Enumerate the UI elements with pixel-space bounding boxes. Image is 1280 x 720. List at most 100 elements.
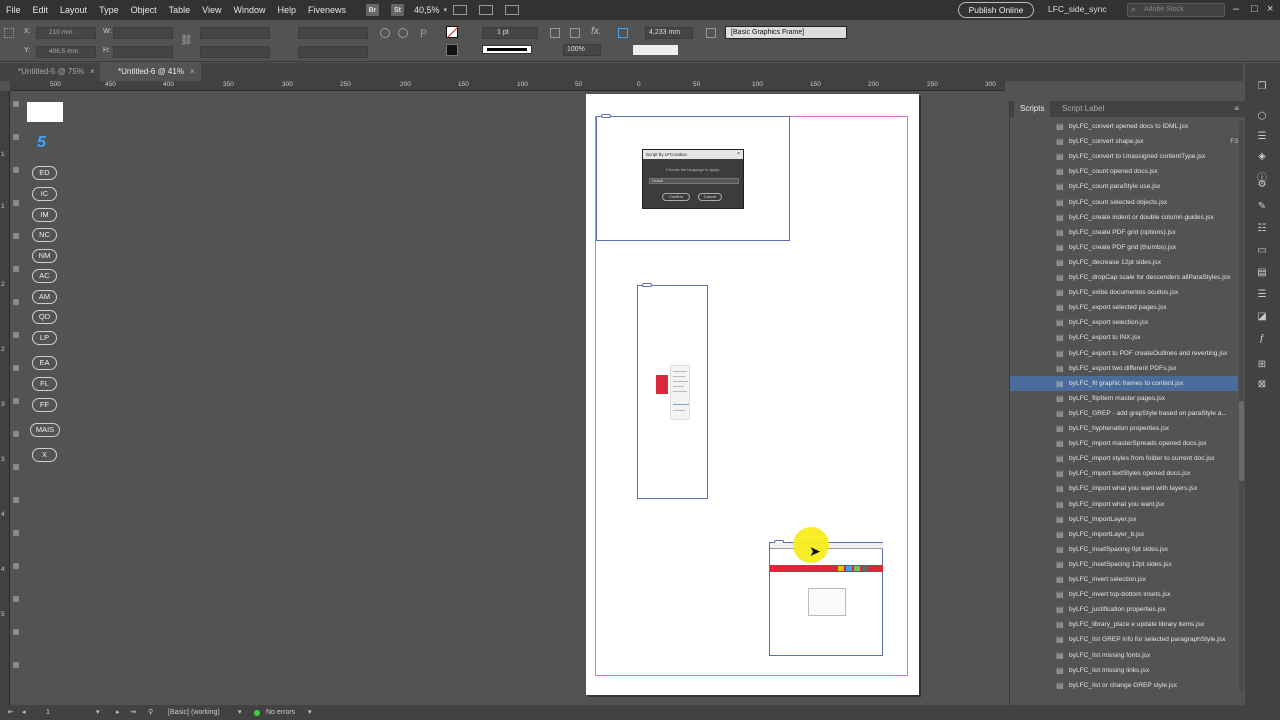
effects-icon[interactable]: ƒ (1255, 333, 1269, 345)
shear-angle-field[interactable] (298, 46, 368, 58)
swatches-icon[interactable]: ▭ (1255, 245, 1269, 257)
preflight-profile[interactable]: [Basic] (working) (168, 705, 220, 720)
script-item[interactable]: ▤ byLFC_exibe documentos ocultos.jsx (1010, 285, 1238, 300)
chevron-down-icon[interactable]: ▾ (96, 705, 100, 720)
vertical-ruler[interactable]: 1 1 2 2 3 3 4 4 5 (0, 91, 10, 705)
pill-button-x[interactable]: X (32, 448, 57, 462)
tab-scripts[interactable]: Scripts (1014, 101, 1051, 117)
pill-button-qd[interactable]: QD (32, 310, 57, 324)
graphic-frame[interactable]: Script by LFCoration × Choose the langua… (596, 114, 790, 241)
constrain-proportions-icon[interactable]: ⛓ (180, 35, 193, 46)
tool-icon[interactable] (13, 365, 19, 371)
pill-button-ed[interactable]: ED (32, 166, 57, 180)
effects-icon[interactable]: fx. (591, 26, 602, 37)
layers-icon[interactable]: ☰ (1255, 131, 1269, 143)
zoom-level[interactable]: 40,5% (410, 5, 444, 15)
close-icon[interactable]: × (90, 67, 95, 76)
chevron-down-icon[interactable]: ▾ (308, 705, 312, 720)
rotate-ccw-icon[interactable] (398, 28, 408, 38)
stroke-type-selector[interactable] (482, 45, 532, 54)
object-style-icon[interactable] (706, 28, 716, 38)
tool-icon[interactable] (13, 101, 19, 107)
corner-size-field[interactable]: 4,233 mm (645, 27, 693, 39)
pill-button-lp[interactable]: LP (32, 331, 57, 345)
scale-y-field[interactable] (200, 46, 270, 58)
script-item[interactable]: ▤ byLFC_invert top-bottom insets.jsx (1010, 587, 1238, 602)
script-item[interactable]: ▤ byLFC_import what you want.jsx (1010, 497, 1238, 512)
close-icon[interactable]: × (190, 67, 195, 76)
preflight-errors[interactable]: No errors (266, 705, 295, 720)
color-icon[interactable]: ◪ (1255, 311, 1269, 323)
prev-page-icon[interactable]: ◂ (22, 705, 26, 720)
tool-icon[interactable] (13, 233, 19, 239)
tool-icon[interactable] (13, 629, 19, 635)
blank-button[interactable] (27, 102, 63, 122)
stroke-weight-field[interactable]: 1 pt (482, 27, 538, 39)
script-item[interactable]: ▤ byLFC_import what you want with layers.… (1010, 481, 1238, 496)
script-item[interactable]: ▤ byLFC_convert to Unassigned contentType… (1010, 149, 1238, 164)
y-position-field[interactable]: 406,5 mm (36, 46, 96, 58)
script-item[interactable]: ▤ byLFC_hyphenation properties.jsx (1010, 421, 1238, 436)
scrollbar[interactable] (1239, 121, 1244, 691)
maximize-icon[interactable]: □ (1251, 3, 1258, 15)
tool-icon[interactable] (13, 398, 19, 404)
bridge-icon[interactable]: Br (366, 4, 380, 16)
auto-fit-icon[interactable] (618, 28, 628, 38)
view-options-icon[interactable] (453, 5, 468, 15)
script-item[interactable]: ▤ byLFC_list GREP info for selected parag… (1010, 632, 1238, 647)
tool-icon[interactable] (13, 299, 19, 305)
tab-script-label[interactable]: Script Label (1062, 101, 1104, 117)
tool-icon[interactable] (13, 431, 19, 437)
script-item[interactable]: ▤ byLFC_count opened docs.jsx (1010, 164, 1238, 179)
script-item[interactable]: ▤ byLFC_import styles from folder to curr… (1010, 451, 1238, 466)
script-item[interactable]: ▤ byLFC_count paraStyle use.jsx (1010, 179, 1238, 194)
script-item[interactable]: ▤ byLFC_list missing links.jsx (1010, 663, 1238, 678)
pill-button-ea[interactable]: EA (32, 356, 57, 370)
script-item[interactable]: ▤ byLFC_dropCap scale for descenders allP… (1010, 270, 1238, 285)
width-field[interactable] (113, 27, 173, 39)
tool-icon[interactable] (13, 200, 19, 206)
pages-icon[interactable]: ❐ (1255, 81, 1269, 93)
tool-icon[interactable] (13, 266, 19, 272)
script-item[interactable]: ▤ byLFC_export selection.jsx (1010, 315, 1238, 330)
menu-table[interactable]: Table (163, 0, 197, 20)
frame-handle[interactable] (601, 114, 611, 118)
chevron-down-icon[interactable]: ▾ (238, 705, 242, 720)
tool-icon[interactable] (13, 596, 19, 602)
script-item[interactable]: ▤ byLFC_insetSpacing 12pt sides.jsx (1010, 557, 1238, 572)
rotation-angle-field[interactable] (298, 27, 368, 39)
horizontal-ruler[interactable]: 500 450 400 350 300 250 200 150 100 50 0 50 100 150 20… (10, 81, 1005, 91)
arrange-documents-icon[interactable] (505, 5, 520, 15)
pill-button-nc[interactable]: NC (32, 228, 57, 242)
script-item[interactable]: ▤ byLFC_insetSpacing 0pt sides.jsx (1010, 542, 1238, 557)
pill-button-ac[interactable]: AC (32, 269, 57, 283)
publish-online-button[interactable]: Publish Online (958, 2, 1034, 18)
tab-untitled-5[interactable]: *Untitled-5 @ 75% × (0, 63, 101, 81)
table-icon[interactable]: ⊞ (1255, 359, 1269, 371)
script-item[interactable]: ▤ byLFC_GREP - add grepStyle based on par… (1010, 406, 1238, 421)
menu-fivenews[interactable]: Fivenews (302, 0, 352, 20)
tool-icon[interactable] (13, 662, 19, 668)
script-item[interactable]: ▤ byLFC_export to PDF createOutlines and … (1010, 346, 1238, 361)
script-item[interactable]: ▤ byLFC_list missing fonts.jsx (1010, 648, 1238, 663)
x-position-field[interactable]: 210 mm (36, 27, 96, 39)
pill-button-am[interactable]: AM (32, 290, 57, 304)
object-style-select[interactable]: [Basic Graphics Frame] (725, 26, 847, 39)
xml-icon[interactable]: ⊠ (1255, 379, 1269, 391)
screen-mode-icon[interactable] (479, 5, 494, 15)
script-item[interactable]: ▤ byLFC_convert opened docs to IDML.jsx (1010, 119, 1238, 134)
script-item[interactable]: ▤ byLFC_library_place e update library it… (1010, 617, 1238, 632)
stroke-swatch[interactable] (446, 44, 458, 56)
fill-swatch[interactable] (446, 26, 458, 38)
height-field[interactable] (113, 46, 173, 58)
chevron-down-icon[interactable]: ▾ (444, 6, 448, 14)
pill-button-fl[interactable]: FL (32, 377, 57, 391)
script-item[interactable]: ▤ byLFC_count selected objects.jsx (1010, 195, 1238, 210)
script-item[interactable]: ▤ byLFC_justification properties.jsx (1010, 602, 1238, 617)
tool-icon[interactable] (13, 332, 19, 338)
scale-x-field[interactable] (200, 27, 270, 39)
last-page-icon[interactable]: ⇥ (130, 705, 136, 720)
frame-fitting-icon[interactable] (550, 28, 560, 38)
tool-icon[interactable] (13, 530, 19, 536)
workspace-switcher[interactable]: LFC_side_sync (1048, 4, 1107, 14)
